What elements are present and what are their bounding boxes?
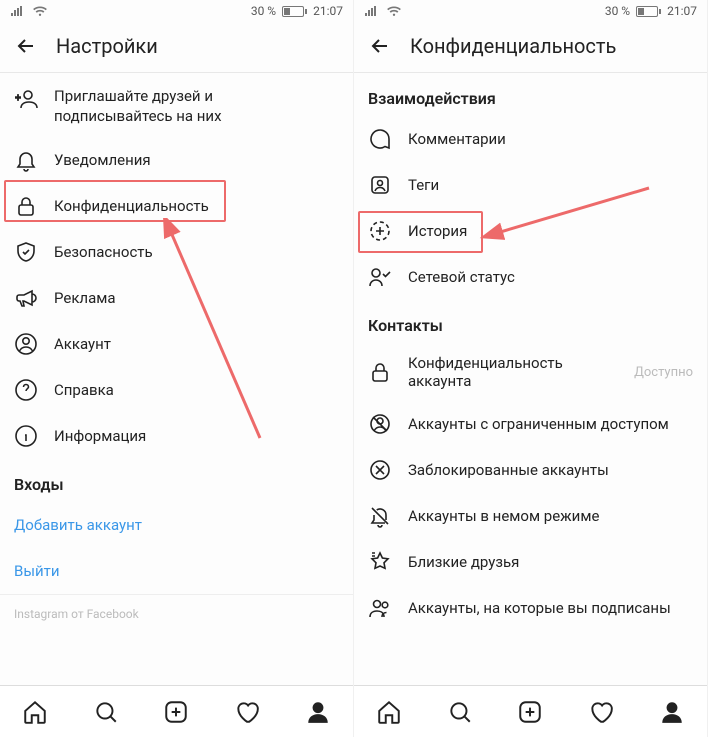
- menu-ads[interactable]: Реклама: [0, 275, 353, 321]
- menu-muted[interactable]: Аккаунты в немом режиме: [354, 493, 707, 539]
- logout-link[interactable]: Выйти: [0, 548, 353, 594]
- menu-following[interactable]: Аккаунты, на которые вы подписаны: [354, 585, 707, 631]
- heart-icon[interactable]: [588, 699, 614, 725]
- menu-label: Приглашайте друзей и: [54, 87, 339, 107]
- menu-label: Теги: [408, 176, 439, 194]
- battery-percent: 30 %: [251, 4, 276, 18]
- menu-help[interactable]: Справка: [0, 367, 353, 413]
- menu-tags[interactable]: Теги: [354, 162, 707, 208]
- battery-percent: 30 %: [605, 4, 630, 18]
- profile-icon[interactable]: [659, 699, 685, 725]
- menu-label: Конфиденциальность аккаунта: [408, 354, 618, 390]
- search-icon[interactable]: [93, 699, 119, 725]
- menu-label: Заблокированные аккаунты: [408, 461, 609, 479]
- menu-blocked[interactable]: Заблокированные аккаунты: [354, 447, 707, 493]
- menu-story[interactable]: История: [354, 208, 707, 254]
- menu-trailing: Доступно: [634, 365, 693, 380]
- menu-restricted[interactable]: Аккаунты с ограниченным доступом: [354, 401, 707, 447]
- menu-label: Безопасность: [54, 243, 153, 261]
- menu-label: Близкие друзья: [408, 553, 519, 571]
- lock-icon: [368, 360, 392, 384]
- add-post-icon[interactable]: [517, 699, 543, 725]
- menu-label: Аккаунт: [54, 335, 111, 353]
- menu-label: Аккаунты в немом режиме: [408, 507, 599, 525]
- activity-status-icon: [368, 265, 392, 289]
- header: Конфиденциальность: [354, 22, 707, 72]
- battery-icon: [636, 6, 661, 17]
- bell-icon: [14, 148, 38, 172]
- story-add-icon: [368, 219, 392, 243]
- signal-icon: [364, 5, 380, 17]
- add-user-icon: [14, 87, 38, 111]
- back-arrow-icon[interactable]: [14, 34, 38, 58]
- menu-label: Сетевой статус: [408, 268, 515, 286]
- menu-label: подписывайтесь на них: [54, 107, 339, 127]
- menu-privacy[interactable]: Конфиденциальность: [0, 183, 353, 229]
- bottom-nav: [0, 685, 353, 737]
- wifi-icon: [32, 5, 48, 17]
- megaphone-icon: [14, 286, 38, 310]
- section-contacts: Контакты: [354, 300, 707, 343]
- section-interactions: Взаимодействия: [354, 73, 707, 116]
- user-circle-icon: [14, 332, 38, 356]
- home-icon[interactable]: [376, 699, 402, 725]
- menu-label: Комментарии: [408, 130, 506, 148]
- menu-account[interactable]: Аккаунт: [0, 321, 353, 367]
- shield-icon: [14, 240, 38, 264]
- section-logins: Входы: [0, 459, 353, 502]
- signal-icon: [10, 5, 26, 17]
- clock: 21:07: [313, 4, 343, 18]
- blocked-icon: [368, 458, 392, 482]
- menu-comments[interactable]: Комментарии: [354, 116, 707, 162]
- back-arrow-icon[interactable]: [368, 34, 392, 58]
- close-friends-icon: [368, 550, 392, 574]
- header: Настройки: [0, 22, 353, 72]
- menu-invite-friends[interactable]: Приглашайте друзей и подписывайтесь на н…: [0, 73, 353, 137]
- menu-label: Реклама: [54, 289, 116, 307]
- menu-label: Аккаунты с ограниченным доступом: [408, 415, 669, 433]
- screen-privacy: 30 % 21:07 Конфиденциальность Взаимодейс…: [354, 0, 708, 737]
- menu-security[interactable]: Безопасность: [0, 229, 353, 275]
- add-post-icon[interactable]: [163, 699, 189, 725]
- restricted-icon: [368, 412, 392, 436]
- tag-user-icon: [368, 173, 392, 197]
- status-bar: 30 % 21:07: [0, 0, 353, 22]
- clock: 21:07: [667, 4, 697, 18]
- help-icon: [14, 378, 38, 402]
- page-title: Конфиденциальность: [410, 34, 616, 58]
- bottom-nav: [354, 685, 707, 737]
- comment-icon: [368, 127, 392, 151]
- screen-settings: 30 % 21:07 Настройки Приглашайте друзей …: [0, 0, 354, 737]
- menu-info[interactable]: Информация: [0, 413, 353, 459]
- menu-label: Аккаунты, на которые вы подписаны: [408, 599, 671, 617]
- search-icon[interactable]: [447, 699, 473, 725]
- page-title: Настройки: [56, 34, 158, 58]
- lock-icon: [14, 194, 38, 218]
- menu-notifications[interactable]: Уведомления: [0, 137, 353, 183]
- heart-icon[interactable]: [234, 699, 260, 725]
- profile-icon[interactable]: [305, 699, 331, 725]
- menu-activity-status[interactable]: Сетевой статус: [354, 254, 707, 300]
- wifi-icon: [386, 5, 402, 17]
- footer-note: Instagram от Facebook: [0, 594, 353, 633]
- status-bar: 30 % 21:07: [354, 0, 707, 22]
- menu-close-friends[interactable]: Близкие друзья: [354, 539, 707, 585]
- info-icon: [14, 424, 38, 448]
- menu-label: Уведомления: [54, 151, 151, 169]
- battery-icon: [282, 6, 307, 17]
- bell-off-icon: [368, 504, 392, 528]
- home-icon[interactable]: [22, 699, 48, 725]
- add-account-link[interactable]: Добавить аккаунт: [0, 502, 353, 548]
- menu-label: Конфиденциальность: [54, 197, 209, 215]
- menu-label: Справка: [54, 381, 114, 399]
- menu-account-privacy[interactable]: Конфиденциальность аккаунта Доступно: [354, 343, 707, 401]
- following-icon: [368, 596, 392, 620]
- menu-label: История: [408, 222, 467, 240]
- menu-label: Информация: [54, 427, 146, 445]
